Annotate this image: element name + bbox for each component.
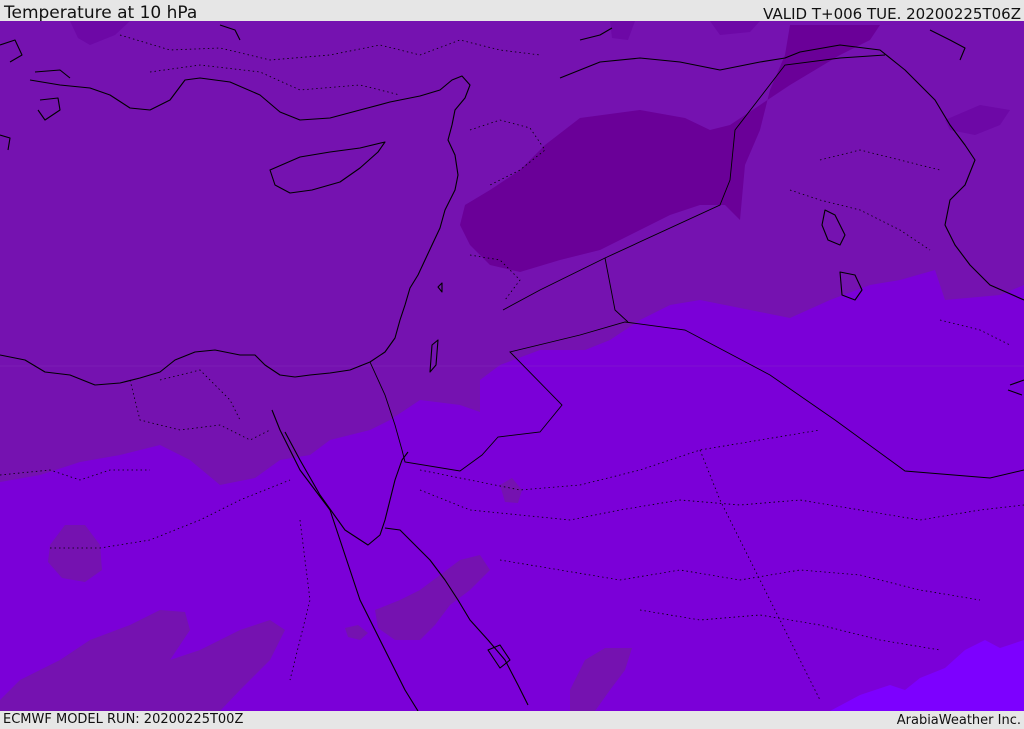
model-run-label: ECMWF MODEL RUN: 20200225T00Z: [3, 712, 244, 727]
map-title: Temperature at 10 hPa: [4, 3, 198, 23]
credit-label: ArabiaWeather Inc.: [896, 713, 1021, 728]
temperature-map: [0, 21, 1024, 711]
